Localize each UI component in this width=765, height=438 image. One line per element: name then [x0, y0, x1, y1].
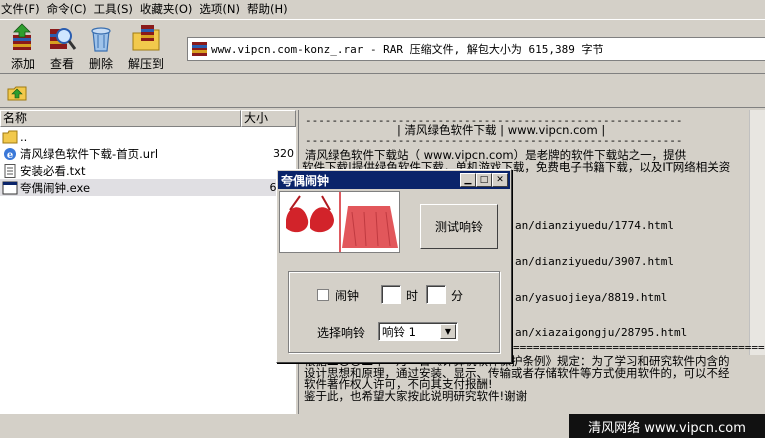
extract-to-icon	[132, 25, 160, 51]
add-label: 添加	[10, 57, 35, 71]
file-list-pane: 名称 大小 .. e 清风绿色软件下载-首页.url 320 安装必看.txt …	[0, 110, 296, 414]
delete-button[interactable]: 删除	[78, 23, 124, 73]
ring-select-value: 响铃 1	[382, 324, 416, 339]
file-name: 安装必看.txt	[20, 163, 86, 178]
add-archive-icon	[13, 23, 31, 50]
svg-text:e: e	[7, 150, 13, 161]
link-line: an/dianziyuedu/1774.html	[515, 219, 674, 232]
alarm-checkbox[interactable]	[317, 289, 329, 301]
close-button[interactable]: ✕	[492, 173, 508, 187]
file-row-parent[interactable]: ..	[0, 128, 296, 145]
column-name-header[interactable]: 名称	[0, 110, 241, 127]
text-file-icon	[4, 163, 16, 178]
dialog-title: 夸偶闹钟	[281, 173, 330, 188]
test-ring-button[interactable]: 测试响铃	[420, 204, 498, 249]
folder-up-icon	[2, 130, 18, 143]
menu-file[interactable]: 文件(F)	[0, 1, 46, 17]
link-line: an/yasuojieya/8819.html	[515, 291, 668, 304]
file-name: 清风绿色软件下载-首页.url	[20, 146, 159, 161]
menu-options[interactable]: 选项(N)	[198, 1, 246, 17]
separator-line: ----------------------------------------…	[305, 134, 683, 147]
column-size-header[interactable]: 大小	[241, 110, 296, 127]
delete-label: 删除	[88, 57, 113, 71]
maximize-button[interactable]: □	[476, 173, 492, 187]
site-watermark: 清风网络 www.vipcn.com	[569, 414, 765, 438]
up-folder-icon[interactable]	[7, 83, 27, 101]
file-row-exe[interactable]: 夸偶闹钟.exe 614,	[0, 179, 296, 196]
ie-url-icon: e	[4, 147, 16, 161]
delete-icon	[91, 27, 111, 52]
view-label: 查看	[49, 57, 74, 71]
menu-command[interactable]: 命令(C)	[46, 1, 93, 17]
extract-to-button[interactable]: 解压到	[123, 23, 169, 73]
view-magnifier-icon	[50, 28, 77, 50]
file-name: ..	[20, 129, 28, 144]
hour-label: 时	[406, 289, 419, 303]
minute-label: 分	[451, 289, 464, 303]
archive-info-text: www.vipcn.com-konz_.rar - RAR 压缩文件, 解包大小…	[211, 43, 604, 56]
dialog-title-bar[interactable]: 夸偶闹钟 ▁ □ ✕	[278, 171, 510, 189]
ring-select[interactable]: 响铃 1 ▼	[378, 322, 458, 341]
lingerie-image-icon	[280, 192, 399, 252]
exe-file-icon	[2, 181, 18, 194]
archive-path-field: www.vipcn.com-konz_.rar - RAR 压缩文件, 解包大小…	[187, 37, 765, 61]
hour-input[interactable]	[381, 285, 401, 304]
file-name: 夸偶闹钟.exe	[20, 180, 91, 195]
link-line: an/dianziyuedu/3907.html	[515, 255, 674, 268]
menu-help[interactable]: 帮助(H)	[246, 1, 294, 17]
file-row-url[interactable]: e 清风绿色软件下载-首页.url 320	[0, 145, 296, 162]
file-size: 320	[273, 147, 294, 160]
menu-tools[interactable]: 工具(S)	[93, 1, 139, 17]
menu-bar: 文件(F) 命令(C) 工具(S) 收藏夹(O) 选项(N) 帮助(H)	[0, 0, 765, 18]
navigation-row	[0, 76, 765, 108]
extract-to-label: 解压到	[127, 57, 164, 71]
minute-input[interactable]	[426, 285, 446, 304]
menu-favorites[interactable]: 收藏夹(O)	[139, 1, 199, 17]
alarm-label: 闹钟	[335, 289, 360, 303]
file-row-txt[interactable]: 安装必看.txt	[0, 162, 296, 179]
ring-select-label: 选择响铃	[317, 326, 366, 340]
readme-scrollbar[interactable]	[749, 110, 765, 355]
link-line: an/xiazaigongju/28795.html	[515, 326, 688, 339]
law-line-4: 鉴于此，也希望大家按此说明研究软件!谢谢	[304, 389, 528, 403]
toolbar: 添加 查看 删除 解压到 www.vipcn.com-konz_.rar - R…	[0, 19, 765, 74]
chevron-down-icon[interactable]: ▼	[440, 324, 456, 339]
alarm-dialog: 夸偶闹钟 ▁ □ ✕ 测试响铃 闹钟 时 分 选择响铃 响铃 1 ▼	[276, 169, 512, 363]
minimize-button[interactable]: ▁	[460, 173, 476, 187]
product-image	[279, 191, 400, 253]
rar-archive-icon	[192, 42, 207, 56]
